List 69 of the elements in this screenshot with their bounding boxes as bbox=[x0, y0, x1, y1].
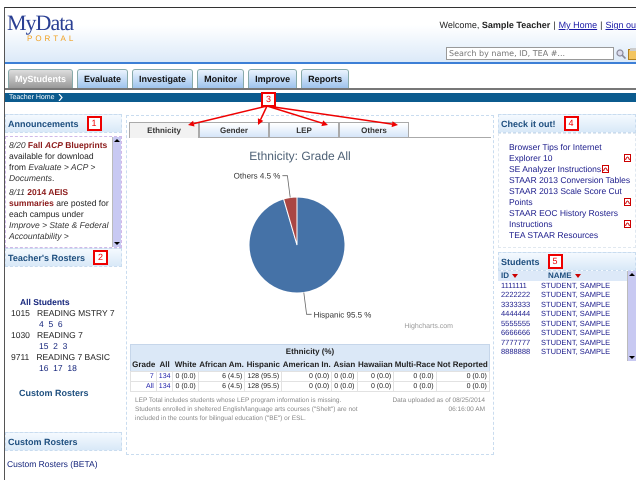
roster-periods[interactable]: 15 2 3 bbox=[9, 341, 122, 352]
sort-header[interactable]: NAME bbox=[545, 271, 588, 280]
panel-title: Announcements bbox=[8, 118, 79, 128]
panel-title: Custom Rosters bbox=[8, 436, 78, 446]
roster-name[interactable]: 1030 READING 7 bbox=[9, 330, 122, 341]
column-header: Not Reported bbox=[436, 358, 490, 372]
roster-link[interactable]: All Students bbox=[9, 297, 122, 308]
table-title: Ethnicity (%) bbox=[130, 344, 490, 358]
scrollbar[interactable] bbox=[112, 137, 121, 247]
resource-link[interactable]: SE Analyzer Instructions bbox=[509, 164, 602, 175]
roster-link[interactable]: Custom Rosters bbox=[9, 374, 122, 403]
leader-line bbox=[282, 175, 291, 198]
roster-periods[interactable]: 4 5 6 bbox=[9, 319, 122, 330]
announcement-text: 8/11 2014 AEIS summaries are posted for each campus under Improve > State & Federal Accountability > bbox=[9, 187, 110, 242]
column-header: American In. bbox=[282, 358, 332, 372]
sort-header[interactable]: ID bbox=[498, 271, 541, 280]
custom-rosters-link[interactable]: Custom Rosters (BETA) bbox=[5, 451, 122, 477]
column-header: Multi-Race bbox=[394, 358, 436, 372]
search-icon bbox=[616, 48, 626, 58]
nav-tab[interactable]: Investigate bbox=[132, 69, 194, 88]
callout-number: 3 bbox=[261, 92, 276, 107]
callout-number: 5 bbox=[548, 254, 563, 269]
roster-name[interactable]: 9711 READING 7 BASIC bbox=[9, 352, 122, 363]
resource-link[interactable]: STAAR EOC History Rosters Instructions bbox=[509, 208, 623, 230]
sort-caret-icon bbox=[574, 274, 581, 278]
chart-tab[interactable]: Gender bbox=[199, 122, 269, 137]
column-header: Grade bbox=[130, 358, 156, 372]
nav-tab[interactable]: Evaluate bbox=[77, 69, 128, 88]
resource-link[interactable]: STAAR 2013 Scale Score Cut Points bbox=[509, 186, 623, 208]
logo-subtitle: PORTAL bbox=[27, 34, 76, 43]
leader-line bbox=[303, 292, 312, 315]
callout-number: 1 bbox=[86, 116, 102, 131]
search-field[interactable]: Search by name, ID, TEA #... bbox=[446, 47, 614, 60]
chart-tab[interactable]: LEP bbox=[269, 122, 339, 137]
column-header: All bbox=[156, 358, 173, 372]
sort-caret-icon bbox=[512, 274, 518, 278]
callout-number: 2 bbox=[93, 250, 108, 265]
panel-title: Teacher's Rosters bbox=[8, 252, 86, 262]
roster-periods[interactable]: 16 17 18 bbox=[9, 363, 122, 374]
chart-tab[interactable]: Others bbox=[339, 122, 409, 137]
header-link[interactable]: Sign ou bbox=[605, 20, 636, 30]
column-header: Hawaiian bbox=[357, 358, 394, 372]
logo-text: MyData bbox=[7, 12, 75, 34]
resource-link[interactable]: TEA STAAR Resources bbox=[509, 230, 598, 241]
slice-label: Hispanic 95.5 % bbox=[314, 310, 372, 320]
chart-title: Ethnicity: Grade All bbox=[249, 149, 351, 163]
resource-link[interactable]: STAAR 2013 Conversion Tables bbox=[509, 175, 630, 186]
separator: | bbox=[600, 20, 602, 30]
panel-title: Students bbox=[501, 256, 540, 266]
column-header: African Am. bbox=[198, 358, 245, 372]
separator: | bbox=[553, 20, 556, 30]
callout-number: 4 bbox=[564, 116, 579, 131]
pie-slice[interactable] bbox=[248, 196, 346, 294]
nav-tab[interactable]: Improve bbox=[248, 69, 298, 88]
nav-tab[interactable]: Monitor bbox=[197, 69, 244, 88]
chevron-icon bbox=[58, 94, 63, 101]
pie-slice[interactable] bbox=[283, 196, 298, 246]
column-header: Hispanic bbox=[244, 358, 282, 372]
slice-label: Others 4.5 % bbox=[234, 172, 280, 181]
resource-link[interactable]: Browser Tips for Internet Explorer 10 bbox=[509, 142, 623, 164]
header-link[interactable]: My Home bbox=[558, 20, 598, 30]
chart-tab[interactable]: Ethnicity bbox=[129, 122, 199, 138]
welcome-text: Welcome, Sample Teacher bbox=[440, 20, 550, 30]
scrollbar[interactable] bbox=[627, 271, 636, 361]
roster-name[interactable]: 1015 READING MSTRY 7 bbox=[9, 308, 122, 319]
panel-title: Check it out! bbox=[501, 118, 556, 128]
nav-tab[interactable]: Reports bbox=[301, 69, 350, 88]
announcement-text: 8/20 Fall ACP Blueprints available for download from Evaluate > ACP > Documents. bbox=[9, 140, 108, 184]
clipboard-icon bbox=[628, 48, 636, 60]
